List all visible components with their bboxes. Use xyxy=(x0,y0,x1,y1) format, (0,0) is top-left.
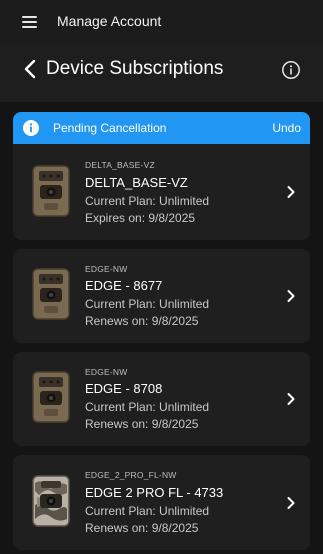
chevron-left-icon[interactable] xyxy=(22,59,38,79)
device-model: EDGE_2_PRO_FL-NW xyxy=(85,470,177,480)
device-name: EDGE - 8708 xyxy=(85,381,163,396)
device-card[interactable]: EDGE-NW EDGE - 8677 Current Plan: Unlimi… xyxy=(13,249,310,343)
device-renewal-date: Renews on: 9/8/2025 xyxy=(85,521,199,535)
device-expiry-date: Expires on: 9/8/2025 xyxy=(85,211,196,225)
hamburger-menu-icon[interactable] xyxy=(22,16,37,28)
chevron-right-icon xyxy=(287,393,295,405)
page-title: Device Subscriptions xyxy=(46,58,224,79)
chevron-right-icon xyxy=(287,290,295,302)
undo-button[interactable]: Undo xyxy=(272,121,301,135)
trail-camera-icon xyxy=(32,475,70,527)
device-plan: Current Plan: Unlimited xyxy=(85,194,210,208)
trail-camera-icon xyxy=(32,268,70,320)
pending-cancellation-banner: Pending Cancellation Undo xyxy=(13,112,310,144)
chevron-right-icon xyxy=(287,186,295,198)
trail-camera-icon xyxy=(32,371,70,423)
info-icon xyxy=(23,120,39,136)
device-model: DELTA_BASE-VZ xyxy=(85,160,155,170)
trail-camera-icon xyxy=(32,165,70,217)
info-circle-icon[interactable] xyxy=(281,60,301,80)
device-model: EDGE-NW xyxy=(85,367,128,377)
app-bar-title: Manage Account xyxy=(57,13,162,29)
device-name: EDGE - 8677 xyxy=(85,278,163,293)
top-app-bar: Manage Account xyxy=(0,0,323,44)
device-renewal-date: Renews on: 9/8/2025 xyxy=(85,314,199,328)
device-name: DELTA_BASE-VZ xyxy=(85,175,188,190)
device-model: EDGE-NW xyxy=(85,264,128,274)
device-card[interactable]: EDGE-NW EDGE - 8708 Current Plan: Unlimi… xyxy=(13,352,310,446)
device-plan: Current Plan: Unlimited xyxy=(85,297,210,311)
banner-message: Pending Cancellation xyxy=(53,121,167,135)
device-plan: Current Plan: Unlimited xyxy=(85,504,210,518)
chevron-right-icon xyxy=(287,497,295,509)
device-renewal-date: Renews on: 9/8/2025 xyxy=(85,417,199,431)
device-card[interactable]: DELTA_BASE-VZ DELTA_BASE-VZ Current Plan… xyxy=(13,144,310,240)
device-plan: Current Plan: Unlimited xyxy=(85,400,210,414)
device-name: EDGE 2 PRO FL - 4733 xyxy=(85,485,224,500)
device-card[interactable]: EDGE_2_PRO_FL-NW EDGE 2 PRO FL - 4733 Cu… xyxy=(13,455,310,550)
